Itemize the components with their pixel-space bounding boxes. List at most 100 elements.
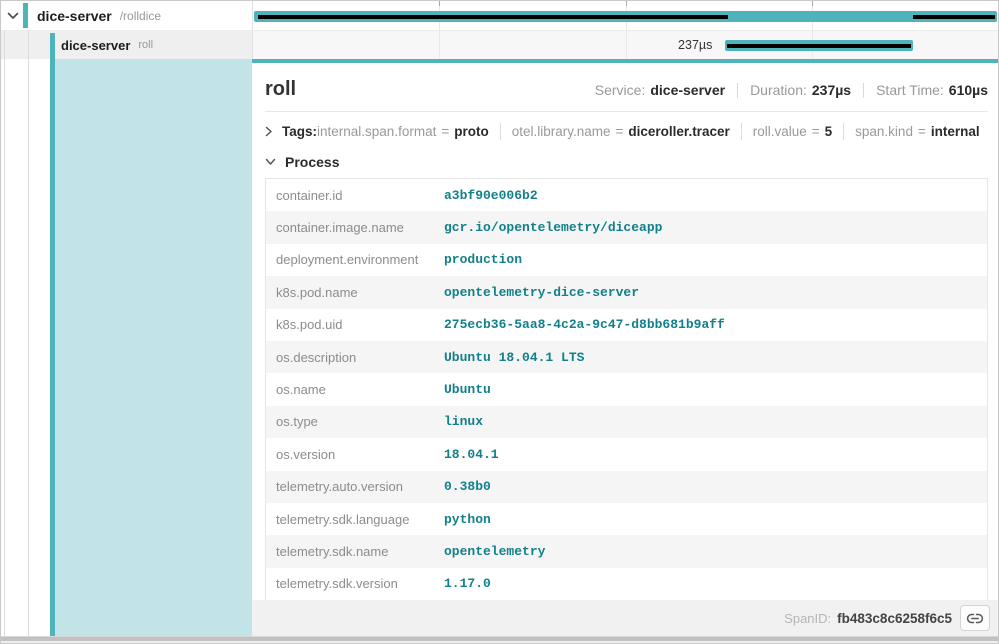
table-row: os.version 18.04.1 [266,438,987,470]
tag-equals: = [616,124,624,139]
critical-path-segment [727,44,911,48]
service-value: dice-server [650,82,725,98]
start-time-value: 610µs [949,82,988,98]
span-duration-label: 237µs [253,31,719,59]
process-value: 275ecb36-5aa8-4c2a-9c47-d8bb681b9aff [444,317,725,332]
tags-section-toggle[interactable]: Tags: internal.span.format = proto otel.… [265,121,988,142]
table-row: k8s.pod.name opentelemetry-dice-server [266,276,987,308]
timeline-cell [252,1,998,30]
table-row: container.id a3bf90e006b2 [266,179,987,211]
process-value: gcr.io/opentelemetry/diceapp [444,220,662,235]
timeline-cell: 237µs [252,31,998,59]
copy-link-button[interactable] [960,605,990,631]
detail-header: roll Service: dice-server Duration: 237µ… [265,76,988,102]
table-row: telemetry.sdk.version 1.17.0 [266,568,987,600]
process-key: telemetry.sdk.name [266,544,444,559]
table-row: container.image.name gcr.io/opentelemetr… [266,211,987,243]
process-key: deployment.environment [266,252,444,267]
process-key: container.image.name [266,220,444,235]
span-name-cell[interactable]: dice-server roll [1,31,252,59]
process-value: a3bf90e006b2 [444,188,538,203]
ruler-tick [626,1,627,6]
tags-label: Tags: [282,124,317,139]
detail-meta: Service: dice-server Duration: 237µs Sta… [595,82,988,98]
table-row: telemetry.sdk.name opentelemetry [266,535,987,567]
critical-path-segment [913,15,995,19]
indent-guide [4,31,5,59]
spanid-value: fb483c8c6258f6c5 [837,611,952,626]
span-row-roll[interactable]: dice-server roll 237µs [1,31,998,59]
process-value: 18.04.1 [444,447,499,462]
tag-divider [500,123,501,140]
chevron-right-icon [265,126,273,137]
detail-left-strip [1,59,252,636]
ruler-tick [812,1,813,6]
indent-guide [4,59,5,636]
detail-footer: SpanID: fb483c8c6258f6c5 [252,600,998,636]
process-key: os.version [266,447,444,462]
process-value: 1.17.0 [444,576,491,591]
span-bar-roll[interactable] [725,40,913,51]
tag-key: otel.library.name [512,124,611,139]
span-detail-panel: roll Service: dice-server Duration: 237µ… [252,59,998,636]
process-value: Ubuntu 18.04.1 LTS [444,350,584,365]
span-color-bar [50,33,55,59]
scrollbar-thumb[interactable] [1,637,998,641]
tag-equals: = [812,124,820,139]
selected-span-highlight [55,59,252,636]
process-value: 0.38b0 [444,479,491,494]
tag-item: span.kind = internal [855,124,979,139]
process-value: python [444,512,491,527]
tag-item: otel.library.name = diceroller.tracer [512,124,730,139]
tag-value: proto [454,124,489,139]
ruler-tick [439,1,440,6]
tag-item: roll.value = 5 [753,124,832,139]
table-row: os.name Ubuntu [266,373,987,405]
operation-title: roll [265,76,296,102]
service-label: Service: [595,82,646,98]
indent-guide [28,31,29,59]
process-key: telemetry.sdk.language [266,512,444,527]
chevron-down-icon[interactable] [7,1,19,30]
indent-guide [28,59,29,636]
process-label: Process [285,154,339,170]
table-row: os.type linux [266,406,987,438]
process-value: Ubuntu [444,382,491,397]
tag-equals: = [918,124,926,139]
table-row: os.description Ubuntu 18.04.1 LTS [266,341,987,373]
span-color-bar [23,3,28,28]
tag-item: internal.span.format = proto [317,124,489,139]
process-section-toggle[interactable]: Process [265,151,988,172]
spanid-label: SpanID: [784,611,831,626]
process-value: linux [444,414,483,429]
tag-key: roll.value [753,124,807,139]
tag-key: internal.span.format [317,124,436,139]
span-name-cell[interactable]: dice-server /rolldice [1,1,252,30]
table-row: deployment.environment production [266,244,987,276]
tag-value: diceroller.tracer [628,124,729,139]
header-divider [265,111,988,112]
operation-name: /rolldice [120,9,161,23]
process-value: production [444,252,522,267]
process-key: container.id [266,188,444,203]
process-key: telemetry.auto.version [266,479,444,494]
table-row: telemetry.sdk.language python [266,503,987,535]
tag-key: span.kind [855,124,913,139]
tag-divider [843,123,844,140]
process-key: k8s.pod.name [266,285,444,300]
process-key: telemetry.sdk.version [266,576,444,591]
meta-divider [863,83,864,98]
horizontal-scrollbar[interactable] [1,636,998,643]
tag-divider [741,123,742,140]
table-row: telemetry.auto.version 0.38b0 [266,471,987,503]
service-name: dice-server [37,8,112,24]
duration-value: 237µs [812,82,851,98]
process-table: container.id a3bf90e006b2 container.imag… [265,178,988,601]
process-key: os.name [266,382,444,397]
span-bar-rolldice[interactable] [254,11,997,22]
service-name: dice-server [61,38,130,53]
meta-divider [737,83,738,98]
span-row-rolldice[interactable]: dice-server /rolldice [1,1,998,31]
process-value: opentelemetry [444,544,545,559]
start-time-label: Start Time: [876,82,944,98]
